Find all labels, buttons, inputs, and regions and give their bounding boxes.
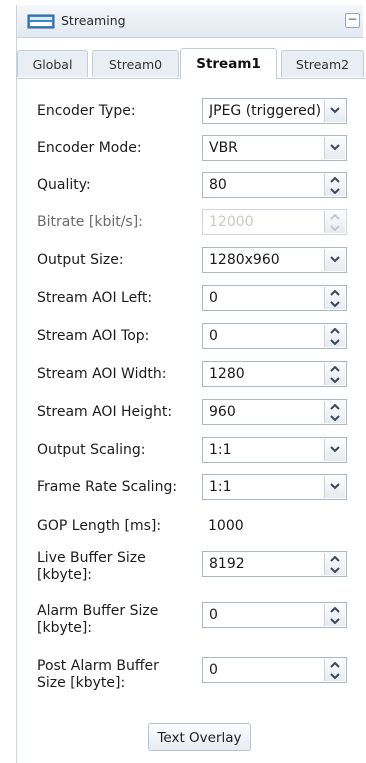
chevron-down-icon[interactable] — [324, 137, 345, 159]
output-scaling-label: Output Scaling: — [37, 442, 146, 458]
stepper-up-icon[interactable] — [325, 325, 345, 336]
stepper-down-icon — [325, 222, 345, 233]
aoi-height-label: Stream AOI Height: — [37, 404, 173, 420]
alarm-buffer-value: 0 — [209, 607, 218, 623]
stepper-up-icon[interactable] — [325, 363, 345, 374]
encoder-type-value: JPEG (triggered) — [209, 103, 321, 119]
chevron-down-icon[interactable] — [324, 476, 345, 498]
text-overlay-button[interactable]: Text Overlay — [148, 723, 251, 751]
stepper-down-icon[interactable] — [325, 374, 345, 385]
encoder-mode-value: VBR — [209, 140, 238, 156]
panel-titlebar[interactable]: Streaming − — [17, 5, 363, 38]
aoi-top-value: 0 — [209, 328, 218, 344]
quality-label: Quality: — [37, 177, 91, 193]
encoder-type-select[interactable]: JPEG (triggered) — [202, 98, 347, 124]
stepper-buttons — [324, 211, 345, 233]
gop-length-label: GOP Length [ms]: — [37, 518, 162, 534]
stepper-buttons — [324, 604, 345, 626]
stepper-down-icon[interactable] — [325, 670, 345, 681]
stepper-buttons — [324, 553, 345, 575]
post-alarm-buffer-label: Post Alarm Buffer Size [kbyte]: — [37, 658, 159, 691]
panel-title: Streaming — [61, 13, 126, 28]
stepper-up-icon[interactable] — [325, 604, 345, 615]
stepper-buttons — [324, 174, 345, 196]
alarm-buffer-label: Alarm Buffer Size [kbyte]: — [37, 603, 159, 636]
live-buffer-stepper[interactable]: 8192 — [202, 551, 347, 577]
chevron-down-icon[interactable] — [324, 249, 345, 271]
tab-stream0[interactable]: Stream0 — [92, 50, 179, 77]
frame-rate-scaling-value: 1:1 — [209, 479, 232, 495]
live-buffer-label: Live Buffer Size [kbyte]: — [37, 550, 146, 583]
stepper-buttons — [324, 401, 345, 423]
bitrate-stepper: 12000 — [202, 209, 347, 235]
stepper-up-icon[interactable] — [325, 553, 345, 564]
stepper-down-icon[interactable] — [325, 298, 345, 309]
stepper-buttons — [324, 325, 345, 347]
chevron-down-icon[interactable] — [324, 439, 345, 461]
output-size-select[interactable]: 1280x960 — [202, 247, 347, 273]
bitrate-label: Bitrate [kbit/s]: — [37, 214, 143, 230]
stepper-up-icon[interactable] — [325, 401, 345, 412]
stepper-up-icon[interactable] — [325, 287, 345, 298]
aoi-top-stepper[interactable]: 0 — [202, 323, 347, 349]
encoder-mode-select[interactable]: VBR — [202, 135, 347, 161]
post-alarm-buffer-value: 0 — [209, 662, 218, 678]
aoi-width-label: Stream AOI Width: — [37, 366, 167, 382]
aoi-left-value: 0 — [209, 290, 218, 306]
streaming-icon — [27, 14, 55, 29]
encoder-type-label: Encoder Type: — [37, 103, 136, 119]
stepper-buttons — [324, 287, 345, 309]
tab-bar: Global Stream0 Stream1 Stream2 — [17, 48, 365, 79]
aoi-left-label: Stream AOI Left: — [37, 290, 153, 306]
aoi-top-label: Stream AOI Top: — [37, 328, 150, 344]
stepper-down-icon[interactable] — [325, 185, 345, 196]
quality-stepper[interactable]: 80 — [202, 172, 347, 198]
output-size-value: 1280x960 — [209, 252, 280, 268]
tab-stream1[interactable]: Stream1 — [180, 48, 277, 79]
live-buffer-value: 8192 — [209, 556, 245, 572]
tab-global[interactable]: Global — [17, 50, 88, 77]
alarm-buffer-stepper[interactable]: 0 — [202, 602, 347, 628]
stepper-buttons — [324, 659, 345, 681]
stepper-down-icon[interactable] — [325, 412, 345, 423]
aoi-width-stepper[interactable]: 1280 — [202, 361, 347, 387]
post-alarm-buffer-stepper[interactable]: 0 — [202, 657, 347, 683]
output-scaling-value: 1:1 — [209, 442, 232, 458]
aoi-height-stepper[interactable]: 960 — [202, 399, 347, 425]
aoi-height-value: 960 — [209, 404, 236, 420]
aoi-width-value: 1280 — [209, 366, 245, 382]
frame-rate-scaling-select[interactable]: 1:1 — [202, 474, 347, 500]
stepper-down-icon[interactable] — [325, 336, 345, 347]
collapse-button[interactable]: − — [345, 13, 360, 28]
tab-stream2[interactable]: Stream2 — [281, 50, 364, 77]
stepper-down-icon[interactable] — [325, 564, 345, 575]
quality-value: 80 — [209, 177, 227, 193]
stepper-down-icon[interactable] — [325, 615, 345, 626]
stepper-up-icon[interactable] — [325, 659, 345, 670]
stepper-buttons — [324, 363, 345, 385]
output-scaling-select[interactable]: 1:1 — [202, 437, 347, 463]
frame-rate-scaling-label: Frame Rate Scaling: — [37, 479, 178, 495]
streaming-panel: Streaming − Global Stream0 Stream1 Strea… — [16, 5, 366, 763]
stepper-up-icon[interactable] — [325, 174, 345, 185]
output-size-label: Output Size: — [37, 252, 124, 268]
stepper-up-icon — [325, 211, 345, 222]
encoder-mode-label: Encoder Mode: — [37, 140, 142, 156]
bitrate-value: 12000 — [209, 214, 254, 230]
aoi-left-stepper[interactable]: 0 — [202, 285, 347, 311]
chevron-down-icon[interactable] — [324, 100, 345, 122]
gop-length-value: 1000 — [208, 518, 244, 534]
